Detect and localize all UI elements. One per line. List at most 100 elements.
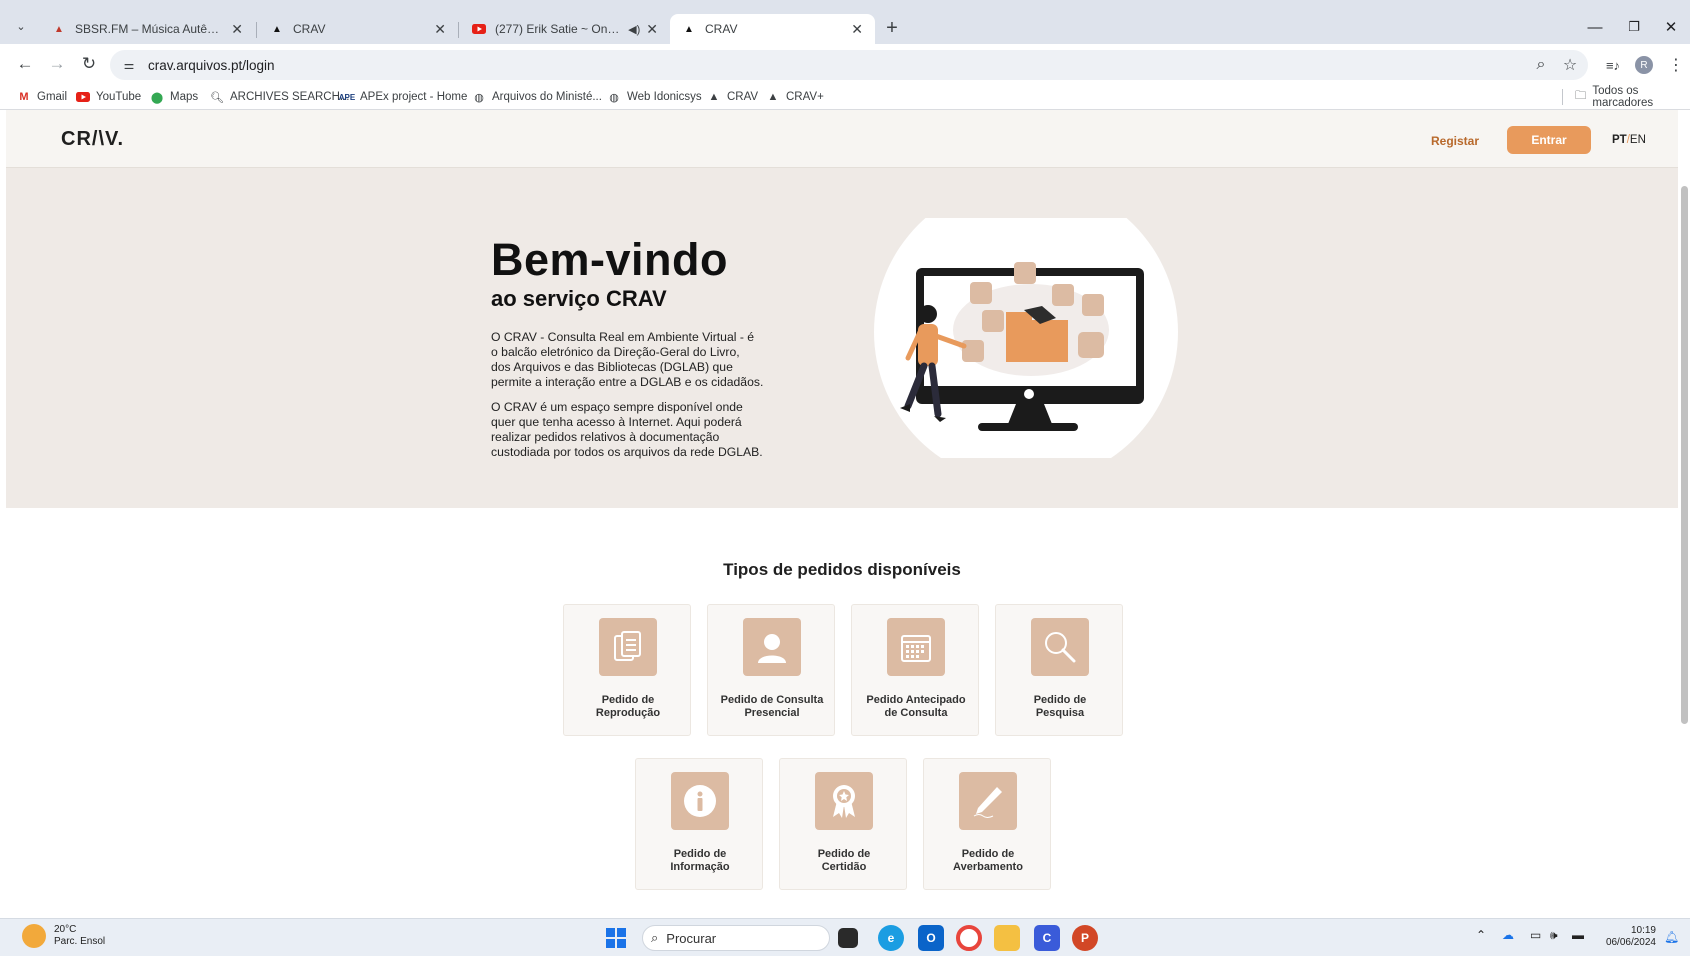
bookmark-maps[interactable]: ⬤ Maps: [150, 86, 198, 108]
volume-icon[interactable]: 🕪︎: [1550, 928, 1558, 943]
crav-logo[interactable]: CR/\V.: [61, 128, 124, 151]
speaker-icon[interactable]: ◀): [628, 23, 640, 36]
all-bookmarks[interactable]: 🗀 Todos os marcadores: [1562, 85, 1690, 109]
tab-youtube[interactable]: (277) Erik Satie ~ Once Upo ◀) ✕: [460, 14, 670, 44]
card-pedido-consulta-presencial[interactable]: Pedido de Consulta Presencial: [707, 604, 835, 736]
scrollbar-thumb[interactable]: [1681, 186, 1688, 724]
close-icon[interactable]: ✕: [231, 21, 243, 38]
network-icon[interactable]: ▭: [1530, 928, 1541, 942]
maps-icon: ⬤: [150, 91, 164, 104]
card-label: Pedido de Informação: [640, 848, 760, 874]
clock-date: 06/06/2024: [1605, 937, 1656, 948]
bookmark-apex[interactable]: APE APEx project - Home: [339, 86, 468, 108]
file-explorer-icon[interactable]: [994, 925, 1020, 951]
battery-icon[interactable]: ▬: [1572, 928, 1584, 942]
forward-button[interactable]: →: [43, 50, 71, 78]
card-pedido-reproducao[interactable]: Pedido de Reprodução: [563, 604, 691, 736]
lang-en[interactable]: EN: [1630, 134, 1646, 146]
clock-time: 10:19: [1630, 925, 1656, 936]
reload-button[interactable]: ↻: [75, 50, 103, 78]
card-pedido-pesquisa[interactable]: Pedido de Pesquisa: [995, 604, 1123, 736]
page-scrollbar[interactable]: [1678, 110, 1690, 918]
search-icon: ⌕: [651, 930, 659, 945]
card-pedido-certidao[interactable]: Pedido de Certidão: [779, 758, 907, 890]
tab-sbsr[interactable]: ▲ SBSR.FM – Música Autêntica ✕: [40, 14, 255, 44]
notification-bell-icon[interactable]: 🔔︎: [1664, 930, 1679, 944]
card-label-line: Informação: [670, 861, 730, 873]
system-clock[interactable]: 10:19 06/06/2024: [1600, 925, 1656, 949]
text-line: dos Arquivos e das Bibliotecas (DGLAB) q…: [491, 360, 733, 374]
bookmark-arquivos-ministerio[interactable]: ◍ Arquivos do Ministé...: [472, 86, 602, 108]
card-pedido-informacao[interactable]: Pedido de Informação: [635, 758, 763, 890]
card-label-line: de Consulta: [884, 707, 948, 719]
folder-icon: 🗀: [1574, 89, 1587, 102]
card-label-line: Pedido de: [817, 848, 871, 860]
bookmark-gmail[interactable]: M Gmail: [17, 86, 67, 108]
bookmark-label: ARCHIVES SEARCH...: [230, 91, 350, 103]
crav-icon: ▲: [708, 91, 720, 103]
bookmark-archives-search[interactable]: 🔍︎ ARCHIVES SEARCH...: [210, 86, 350, 108]
tab-title: CRAV: [293, 22, 326, 36]
card-pedido-averbamento[interactable]: Pedido de Averbamento: [923, 758, 1051, 890]
media-control-icon[interactable]: ≡♪: [1599, 50, 1627, 80]
taskbar-search[interactable]: ⌕ Procurar: [642, 925, 830, 951]
close-icon[interactable]: ✕: [851, 21, 863, 38]
bookmark-label: CRAV+: [786, 91, 824, 103]
tab-separator: [256, 22, 257, 38]
tab-title: SBSR.FM – Música Autêntica: [75, 22, 226, 36]
restore-button[interactable]: ❐: [1619, 14, 1649, 40]
taskbar-search-label: Procurar: [666, 930, 717, 946]
browser-menu-icon[interactable]: ⋮: [1668, 50, 1684, 80]
minimize-button[interactable]: —: [1580, 14, 1610, 40]
lang-pt[interactable]: PT: [1612, 134, 1627, 146]
login-button[interactable]: Entrar: [1507, 126, 1591, 154]
weather-widget[interactable]: 20°C Parc. Ensol: [22, 924, 105, 948]
weather-temp: 20°C: [54, 924, 77, 935]
back-button[interactable]: ←: [11, 50, 39, 78]
bookmark-crav[interactable]: ▲ CRAV: [707, 86, 759, 108]
card-label-line: Pedido de: [673, 848, 727, 860]
bookmark-label: Gmail: [37, 91, 68, 103]
close-icon[interactable]: ✕: [434, 21, 446, 38]
divider: [1562, 89, 1563, 105]
close-icon[interactable]: ✕: [646, 21, 658, 38]
task-view-icon[interactable]: [838, 928, 858, 948]
address-bar[interactable]: ⚌ crav.arquivos.pt/login: [110, 50, 1588, 80]
bookmark-crav-plus[interactable]: ▲ CRAV+: [766, 86, 824, 108]
edge-icon[interactable]: e: [878, 925, 904, 951]
url-text[interactable]: crav.arquivos.pt/login: [148, 58, 275, 73]
hero-illustration: [874, 218, 1178, 458]
card-label-line: Certidão: [821, 861, 867, 873]
powerpoint-icon[interactable]: P: [1072, 925, 1098, 951]
bookmark-star-icon[interactable]: ☆: [1556, 50, 1584, 80]
new-tab-button[interactable]: +: [880, 16, 904, 40]
bookmark-label: Arquivos do Ministé...: [492, 91, 602, 103]
tab-separator: [458, 22, 459, 38]
card-label: Pedido de Averbamento: [928, 848, 1048, 874]
gmail-icon: M: [19, 91, 29, 103]
youtube-icon: [76, 90, 90, 104]
profile-avatar[interactable]: R: [1635, 56, 1653, 74]
search-icon: [1031, 618, 1089, 676]
close-window-button[interactable]: ✕: [1656, 14, 1686, 40]
weather-condition: Parc. Ensol: [54, 936, 106, 947]
site-info-icon[interactable]: ⚌: [118, 58, 140, 72]
windows-start-icon[interactable]: [606, 928, 626, 948]
tab-search-button[interactable]: ⌄: [10, 15, 32, 37]
chrome-icon[interactable]: [956, 925, 982, 951]
tab-crav[interactable]: ▲ CRAV ✕: [258, 14, 458, 44]
zoom-icon[interactable]: ⌕: [1527, 50, 1555, 80]
bookmark-web-idonicsys[interactable]: ◍ Web Idonicsys: [607, 86, 701, 108]
onedrive-icon[interactable]: ☁: [1502, 928, 1514, 942]
app-icon[interactable]: C: [1034, 925, 1060, 951]
card-pedido-antecipado-consulta[interactable]: Pedido Antecipado de Consulta: [851, 604, 979, 736]
card-label: Pedido de Reprodução: [568, 694, 688, 720]
register-link[interactable]: Registar: [1431, 134, 1479, 148]
hero-paragraph-1: O CRAV - Consulta Real em Ambiente Virtu…: [491, 330, 791, 390]
card-label-line: Pedido Antecipado: [866, 694, 966, 706]
outlook-icon[interactable]: O: [918, 925, 944, 951]
tab-crav-active[interactable]: ▲ CRAV ✕: [670, 14, 875, 44]
chevron-up-icon[interactable]: ⌃: [1476, 928, 1486, 942]
bookmark-youtube[interactable]: YouTube: [76, 86, 141, 108]
text-line: o balcão eletrónico da Direção-Geral do …: [491, 345, 740, 359]
